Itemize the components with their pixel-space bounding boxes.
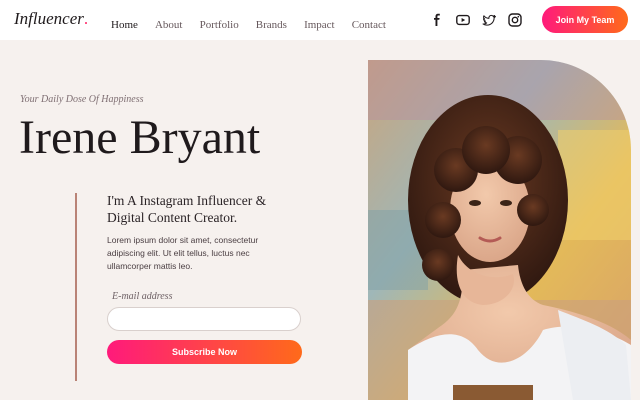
- social-links: [430, 13, 522, 27]
- twitter-icon[interactable]: [482, 13, 496, 27]
- subscribe-button[interactable]: Subscribe Now: [107, 340, 302, 364]
- logo[interactable]: Influencer.: [14, 9, 88, 29]
- nav-impact[interactable]: Impact: [304, 19, 335, 31]
- instagram-icon[interactable]: [508, 13, 522, 27]
- site-header: Influencer. Home About Portfolio Brands …: [0, 0, 640, 40]
- nav-contact[interactable]: Contact: [352, 19, 386, 31]
- hero-eyebrow: Your Daily Dose Of Happiness: [20, 94, 144, 105]
- main-nav: Home About Portfolio Brands Impact Conta…: [111, 13, 398, 32]
- email-label: E-mail address: [112, 291, 173, 302]
- nav-portfolio[interactable]: Portfolio: [200, 19, 239, 31]
- hero-title: Irene Bryant: [19, 111, 261, 164]
- hero-description: Lorem ipsum dolor sit amet, consectetur …: [107, 235, 259, 271]
- nav-home[interactable]: Home: [111, 19, 138, 31]
- portrait-photo: [368, 60, 631, 400]
- logo-text: Influencer: [14, 9, 84, 28]
- email-input[interactable]: [107, 307, 301, 331]
- hero-subheading: I'm A Instagram Influencer & Digital Con…: [107, 193, 267, 225]
- facebook-icon[interactable]: [430, 13, 444, 27]
- youtube-icon[interactable]: [456, 13, 470, 27]
- logo-dot: .: [83, 9, 89, 28]
- nav-brands[interactable]: Brands: [256, 19, 287, 31]
- vertical-divider: [75, 193, 77, 381]
- nav-about[interactable]: About: [155, 19, 183, 31]
- join-my-team-button[interactable]: Join My Team: [542, 6, 628, 33]
